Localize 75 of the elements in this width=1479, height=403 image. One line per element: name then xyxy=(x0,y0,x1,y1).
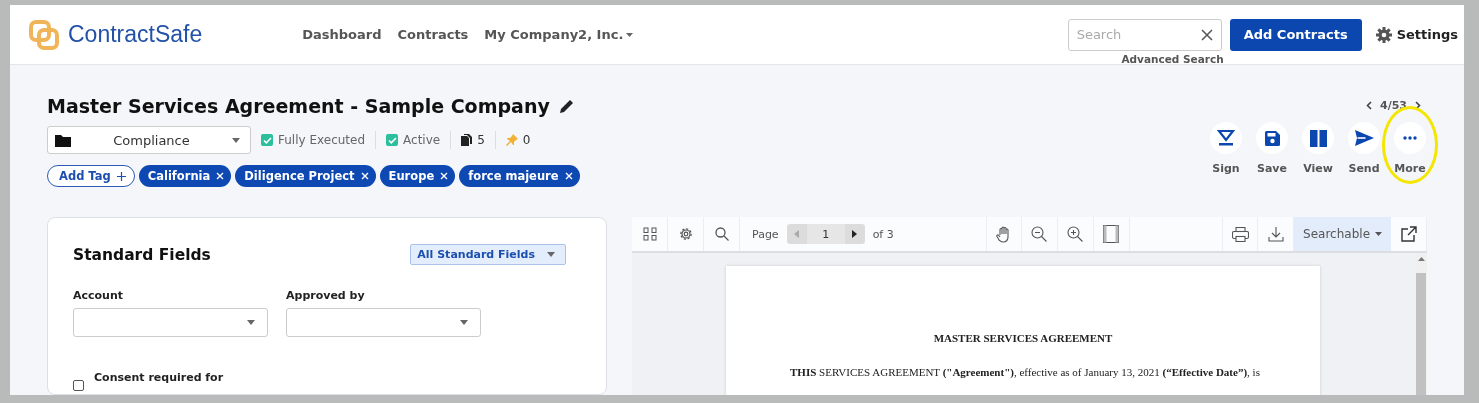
documents-icon xyxy=(461,134,473,146)
send-button[interactable] xyxy=(1348,122,1380,154)
save-icon xyxy=(1264,130,1280,146)
caret-icon xyxy=(232,137,240,143)
next-page-icon[interactable] xyxy=(852,230,858,238)
remove-icon[interactable] xyxy=(360,172,369,180)
company-menu[interactable]: My Company2, Inc. xyxy=(484,27,634,42)
more-icon xyxy=(1403,136,1417,140)
action-label: More xyxy=(1394,162,1426,175)
action-label: View xyxy=(1303,162,1333,175)
view-button[interactable] xyxy=(1302,122,1334,154)
section-title: Standard Fields xyxy=(73,245,211,264)
advanced-search-link[interactable]: Advanced Search xyxy=(1121,52,1224,65)
select-field[interactable] xyxy=(73,308,268,337)
settings-link[interactable]: Settings xyxy=(1375,26,1458,43)
logo-text[interactable]: ContractSafe xyxy=(68,21,203,48)
next-icon[interactable] xyxy=(1415,101,1421,110)
pins-count: 0 xyxy=(522,133,531,147)
send-icon xyxy=(1354,130,1374,146)
tag-chip[interactable]: force majeure xyxy=(459,165,580,187)
status-label: Fully Executed xyxy=(278,133,366,147)
checkbox[interactable] xyxy=(73,380,84,391)
page-total: of 3 xyxy=(872,227,894,241)
caret-icon xyxy=(547,252,555,257)
more-button[interactable] xyxy=(1394,122,1426,154)
checkbox-label: Consent required for xyxy=(94,371,224,384)
sign-icon xyxy=(1217,130,1235,146)
folder-icon xyxy=(55,133,71,147)
document-heading: MASTER SERVICES AGREEMENT xyxy=(932,332,1114,344)
checkbox[interactable] xyxy=(261,134,273,146)
caret-icon xyxy=(626,32,634,37)
field-label: Account xyxy=(73,289,125,302)
documents-count: 5 xyxy=(477,133,485,147)
document-paragraph: THIS SERVICES AGREEMENT ("Agreement"), effective as of January 13, 2021 (“Effective Date”), is xyxy=(790,366,1260,378)
action-label: Save xyxy=(1257,162,1287,175)
pencil-icon[interactable] xyxy=(559,99,574,113)
save-button[interactable] xyxy=(1256,122,1288,154)
previous-icon[interactable] xyxy=(1366,101,1372,110)
folder-select[interactable]: Compliance xyxy=(47,126,251,154)
logo-icon xyxy=(28,18,60,51)
mode-dropdown[interactable]: Searchable xyxy=(1294,217,1391,251)
plus-icon xyxy=(116,171,126,181)
page-label: Page xyxy=(752,227,779,241)
caret-icon xyxy=(247,320,255,325)
caret-icon xyxy=(460,320,468,325)
select-field[interactable] xyxy=(286,308,481,337)
status-label: Active xyxy=(403,133,441,147)
sign-button[interactable] xyxy=(1210,122,1242,154)
nav-link[interactable]: Contracts xyxy=(397,27,469,42)
tag-chip[interactable]: Diligence Project xyxy=(235,165,376,187)
caret-icon xyxy=(1375,232,1382,236)
checkbox[interactable] xyxy=(386,134,399,146)
action-label: Sign xyxy=(1212,162,1240,175)
action-label: Send xyxy=(1348,162,1380,175)
print-icon[interactable] xyxy=(1222,217,1259,251)
remove-icon[interactable] xyxy=(440,172,449,180)
add-contracts-button[interactable]: Add Contracts xyxy=(1229,18,1362,51)
hand-icon[interactable] xyxy=(985,217,1022,251)
scrollbar[interactable] xyxy=(1415,253,1427,395)
clear-icon[interactable] xyxy=(1200,28,1213,41)
search-field[interactable]: Search xyxy=(1067,18,1222,51)
columns-icon xyxy=(1309,129,1327,147)
contract-title: Master Services Agreement - Sample Company xyxy=(47,95,550,117)
field-label: Approved by xyxy=(286,289,366,302)
tag-chip[interactable]: California xyxy=(138,165,232,187)
nav-link[interactable]: Dashboard xyxy=(302,27,382,42)
pin-icon xyxy=(505,134,518,146)
remove-icon[interactable] xyxy=(216,172,225,180)
add-tag-button[interactable]: Add Tag xyxy=(47,165,135,187)
tag-chip[interactable]: Europe xyxy=(379,165,456,187)
page-input[interactable]: 1 xyxy=(806,224,845,244)
scroll-up-icon[interactable] xyxy=(1417,257,1425,261)
gear-icon xyxy=(1375,26,1392,43)
remove-icon[interactable] xyxy=(564,172,573,180)
fields-filter-dropdown[interactable]: All Standard Fields xyxy=(410,244,566,265)
